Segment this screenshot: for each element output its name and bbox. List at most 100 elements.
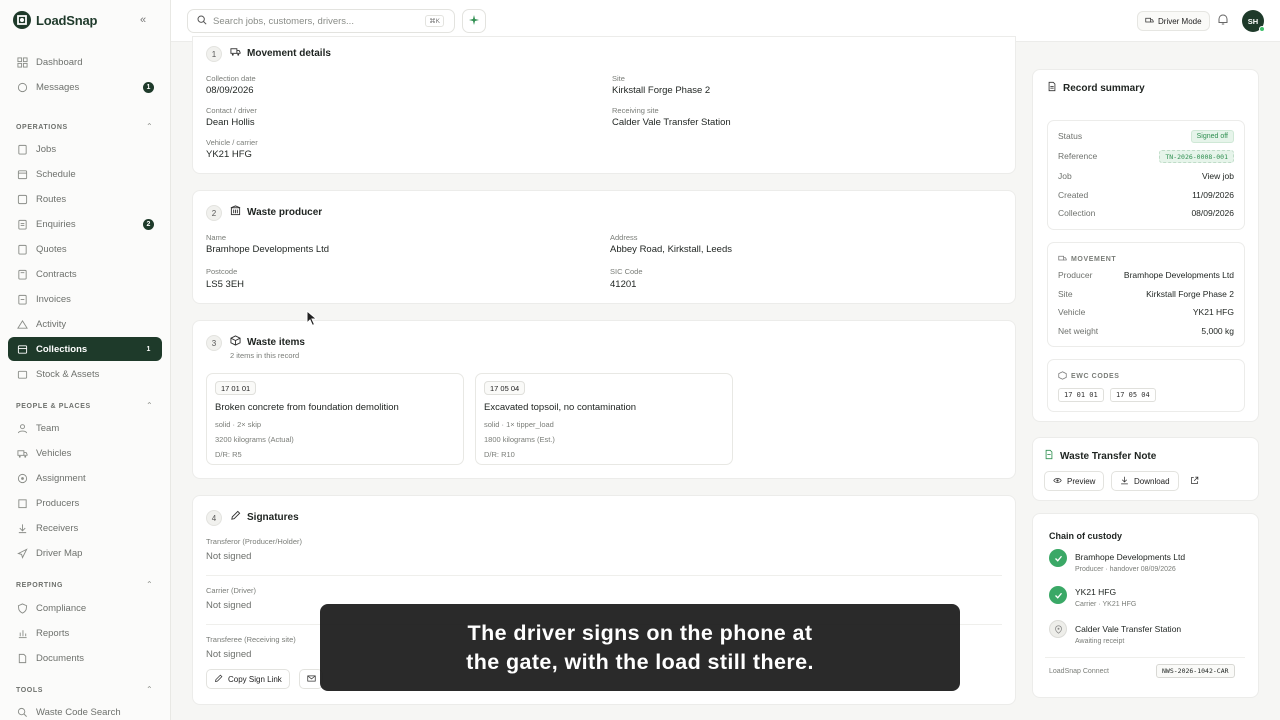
- calendar-icon: [16, 168, 28, 180]
- pen-icon: [214, 674, 223, 685]
- notifications-bell-icon[interactable]: [1217, 13, 1229, 29]
- chevron-up-icon[interactable]: ⌃: [146, 685, 153, 694]
- sidebar-item-routes[interactable]: Routes: [8, 187, 162, 211]
- logo-icon: [12, 10, 32, 30]
- sidebar-item-invoices[interactable]: Invoices: [8, 287, 162, 311]
- wtn-title: Waste Transfer Note: [1044, 449, 1156, 463]
- sparkle-icon: [468, 14, 480, 29]
- ewc-code-chip: 17 01 01: [1058, 388, 1104, 402]
- chain-of-custody-panel: Chain of custody Bramhope Developments L…: [1032, 513, 1259, 698]
- sidebar-item-label: Dashboard: [36, 56, 83, 68]
- sidebar-item-dashboard[interactable]: Dashboard: [8, 50, 162, 74]
- mouse-cursor-icon: [306, 309, 318, 330]
- vehicle-value: YK21 HFG: [1192, 307, 1234, 317]
- section-reporting: REPORTING: [16, 582, 64, 589]
- signature-role-label: Carrier (Driver): [206, 586, 256, 595]
- package-icon: [230, 335, 241, 349]
- field-label: Address: [610, 233, 638, 242]
- pending-icon: [1049, 620, 1067, 638]
- download-button[interactable]: Download: [1111, 471, 1179, 491]
- brand[interactable]: LoadSnap: [12, 10, 97, 30]
- producer-label: Producer: [1058, 270, 1093, 280]
- sidebar-item-enquiries[interactable]: Enquiries 2: [8, 212, 162, 236]
- sidebar-item-schedule[interactable]: Schedule: [8, 162, 162, 186]
- download-icon: [1120, 476, 1129, 487]
- sidebar-item-jobs[interactable]: Jobs: [8, 137, 162, 161]
- truck-icon: [1145, 16, 1154, 27]
- status-badge: Signed off: [1190, 130, 1234, 143]
- caption-line: The driver signs on the phone at: [467, 621, 813, 645]
- truck-icon: [230, 46, 241, 60]
- sidebar-item-team[interactable]: Team: [8, 416, 162, 440]
- ewc-codes-box: EWC CODES 17 01 01 17 05 04: [1047, 359, 1245, 412]
- sidebar-item-label: Messages: [36, 81, 80, 93]
- chevron-up-icon[interactable]: ⌃: [146, 122, 153, 131]
- preview-label: Preview: [1067, 476, 1096, 486]
- ai-assistant-button[interactable]: [462, 9, 486, 33]
- sidebar-item-waste-code-search[interactable]: Waste Code Search: [8, 700, 162, 720]
- signatures-title: Signatures: [247, 511, 299, 523]
- vehicle-label: Vehicle: [1058, 307, 1086, 317]
- sidebar-item-reports[interactable]: Reports: [8, 621, 162, 645]
- sidebar-item-compliance[interactable]: Compliance: [8, 596, 162, 620]
- connect-code-chip[interactable]: NWS-2026-1042-CAR: [1156, 664, 1235, 678]
- sidebar-item-vehicles[interactable]: Vehicles: [8, 441, 162, 465]
- item-title: Excavated topsoil, no contamination: [484, 402, 637, 413]
- external-link-icon[interactable]: [1190, 476, 1199, 488]
- sidebar-item-quotes[interactable]: Quotes: [8, 237, 162, 261]
- chevron-up-icon[interactable]: ⌃: [146, 401, 153, 410]
- movement-title: Movement details: [247, 47, 331, 59]
- sidebar-item-assignment[interactable]: Assignment: [8, 466, 162, 490]
- sidebar-item-collections[interactable]: Collections 1: [8, 337, 162, 361]
- field-label: Contact / driver: [206, 106, 257, 115]
- custody-step-sub: Producer · handover 08/09/2026: [1075, 566, 1176, 573]
- sidebar-item-driver-map[interactable]: Driver Map: [8, 541, 162, 565]
- brand-name: LoadSnap: [36, 12, 98, 28]
- avatar[interactable]: SH: [1242, 10, 1265, 32]
- waste-transfer-note-panel: Waste Transfer Note Preview Download: [1032, 437, 1259, 501]
- producers-icon: [16, 497, 28, 509]
- section-people: PEOPLE & PLACES: [16, 403, 91, 410]
- search-box[interactable]: ⌘K: [187, 9, 455, 33]
- chevron-up-icon[interactable]: ⌃: [146, 580, 153, 589]
- route-icon: [16, 193, 28, 205]
- field-label: Receiving site: [612, 106, 659, 115]
- sidebar-item-label: Activity: [36, 318, 67, 330]
- sidebar-item-receivers[interactable]: Receivers: [8, 516, 162, 540]
- custody-step-name: Calder Vale Transfer Station: [1075, 624, 1182, 634]
- custody-step-sub: Awaiting receipt: [1075, 638, 1125, 645]
- ewc-code-chip: 17 05 04: [1110, 388, 1156, 402]
- sidebar-item-label: Contracts: [36, 268, 77, 280]
- pen-icon: [230, 510, 241, 524]
- stock-icon: [16, 368, 28, 380]
- driver-mode-button[interactable]: Driver Mode: [1137, 11, 1210, 31]
- preview-button[interactable]: Preview: [1044, 471, 1105, 491]
- field-label: SIC Code: [610, 267, 643, 276]
- collapse-sidebar-icon[interactable]: «: [140, 14, 146, 26]
- step-number: 1: [206, 46, 222, 62]
- waste-item-card[interactable]: 17 01 01 Broken concrete from foundation…: [206, 373, 464, 465]
- sidebar-item-producers[interactable]: Producers: [8, 491, 162, 515]
- view-job-link[interactable]: View job: [1202, 171, 1234, 181]
- sidebar-item-stock[interactable]: Stock & Assets: [8, 362, 162, 386]
- net-weight-value: 5,000 kg: [1201, 326, 1234, 336]
- ewc-head-text: EWC CODES: [1071, 373, 1120, 380]
- record-summary-panel: Record summary Status Signed off Referen…: [1032, 69, 1259, 422]
- copy-sign-link-button[interactable]: Copy Sign Link: [206, 669, 290, 689]
- package-icon: [1058, 371, 1067, 382]
- waste-item-card[interactable]: 17 05 04 Excavated topsoil, no contamina…: [475, 373, 733, 465]
- signature-status: Not signed: [206, 600, 252, 611]
- truck-icon: [16, 447, 28, 459]
- address-value: Abbey Road, Kirkstall, Leeds: [610, 244, 732, 255]
- signature-role-label: Transferor (Producer/Holder): [206, 537, 303, 546]
- sidebar-item-contracts[interactable]: Contracts: [8, 262, 162, 286]
- item-dr-code: D/R: R5: [215, 450, 242, 459]
- reference-badge[interactable]: TN-2026-0008-001: [1159, 150, 1234, 163]
- sidebar-item-activity[interactable]: Activity: [8, 312, 162, 336]
- copy-sign-link-label: Copy Sign Link: [228, 674, 282, 684]
- sidebar-item-messages[interactable]: Messages 1: [8, 75, 162, 99]
- summary-title-text: Record summary: [1063, 82, 1145, 94]
- search-input[interactable]: [213, 15, 423, 27]
- sidebar-item-documents[interactable]: Documents: [8, 646, 162, 670]
- job-label: Job: [1058, 171, 1072, 181]
